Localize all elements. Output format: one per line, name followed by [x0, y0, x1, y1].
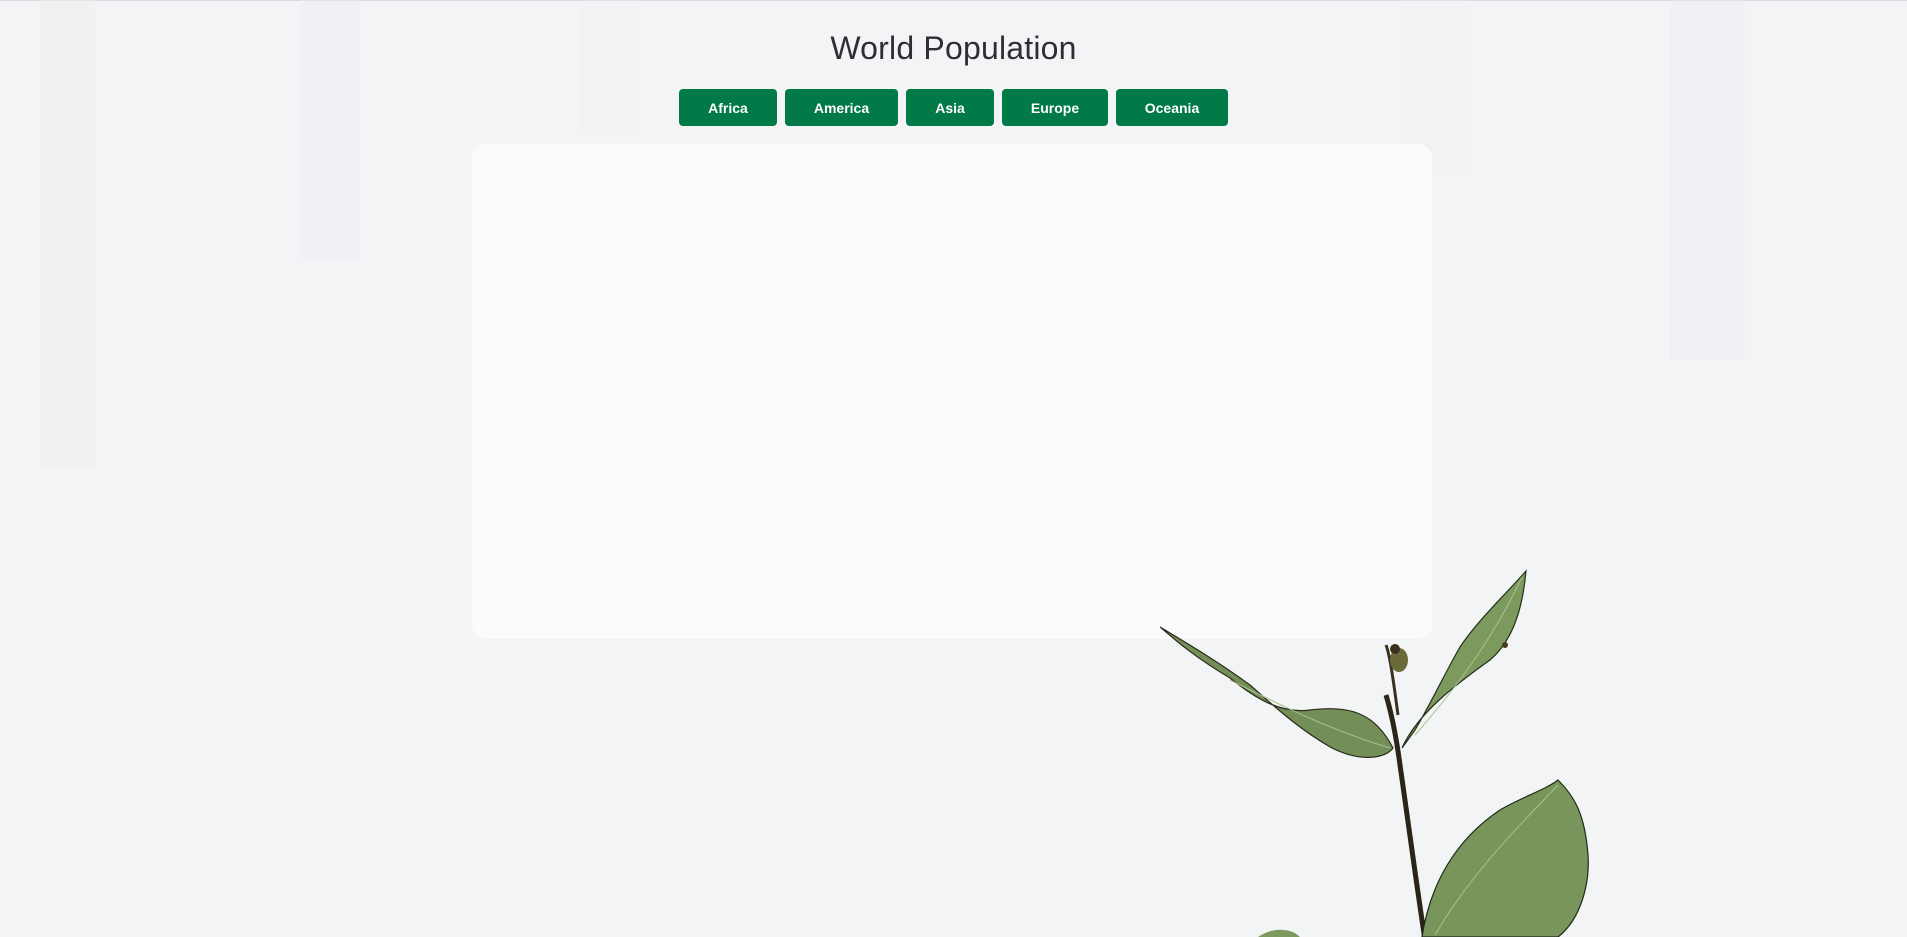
oceania-button[interactable]: Oceania — [1116, 89, 1228, 126]
page-title: World Population — [830, 30, 1077, 66]
plant-image — [1160, 569, 1589, 937]
region-nav: Africa America Asia Europe Oceania — [0, 89, 1907, 126]
africa-button[interactable]: Africa — [679, 89, 777, 126]
europe-button[interactable]: Europe — [1002, 89, 1108, 126]
asia-button[interactable]: Asia — [906, 89, 994, 126]
america-button[interactable]: America — [785, 89, 898, 126]
